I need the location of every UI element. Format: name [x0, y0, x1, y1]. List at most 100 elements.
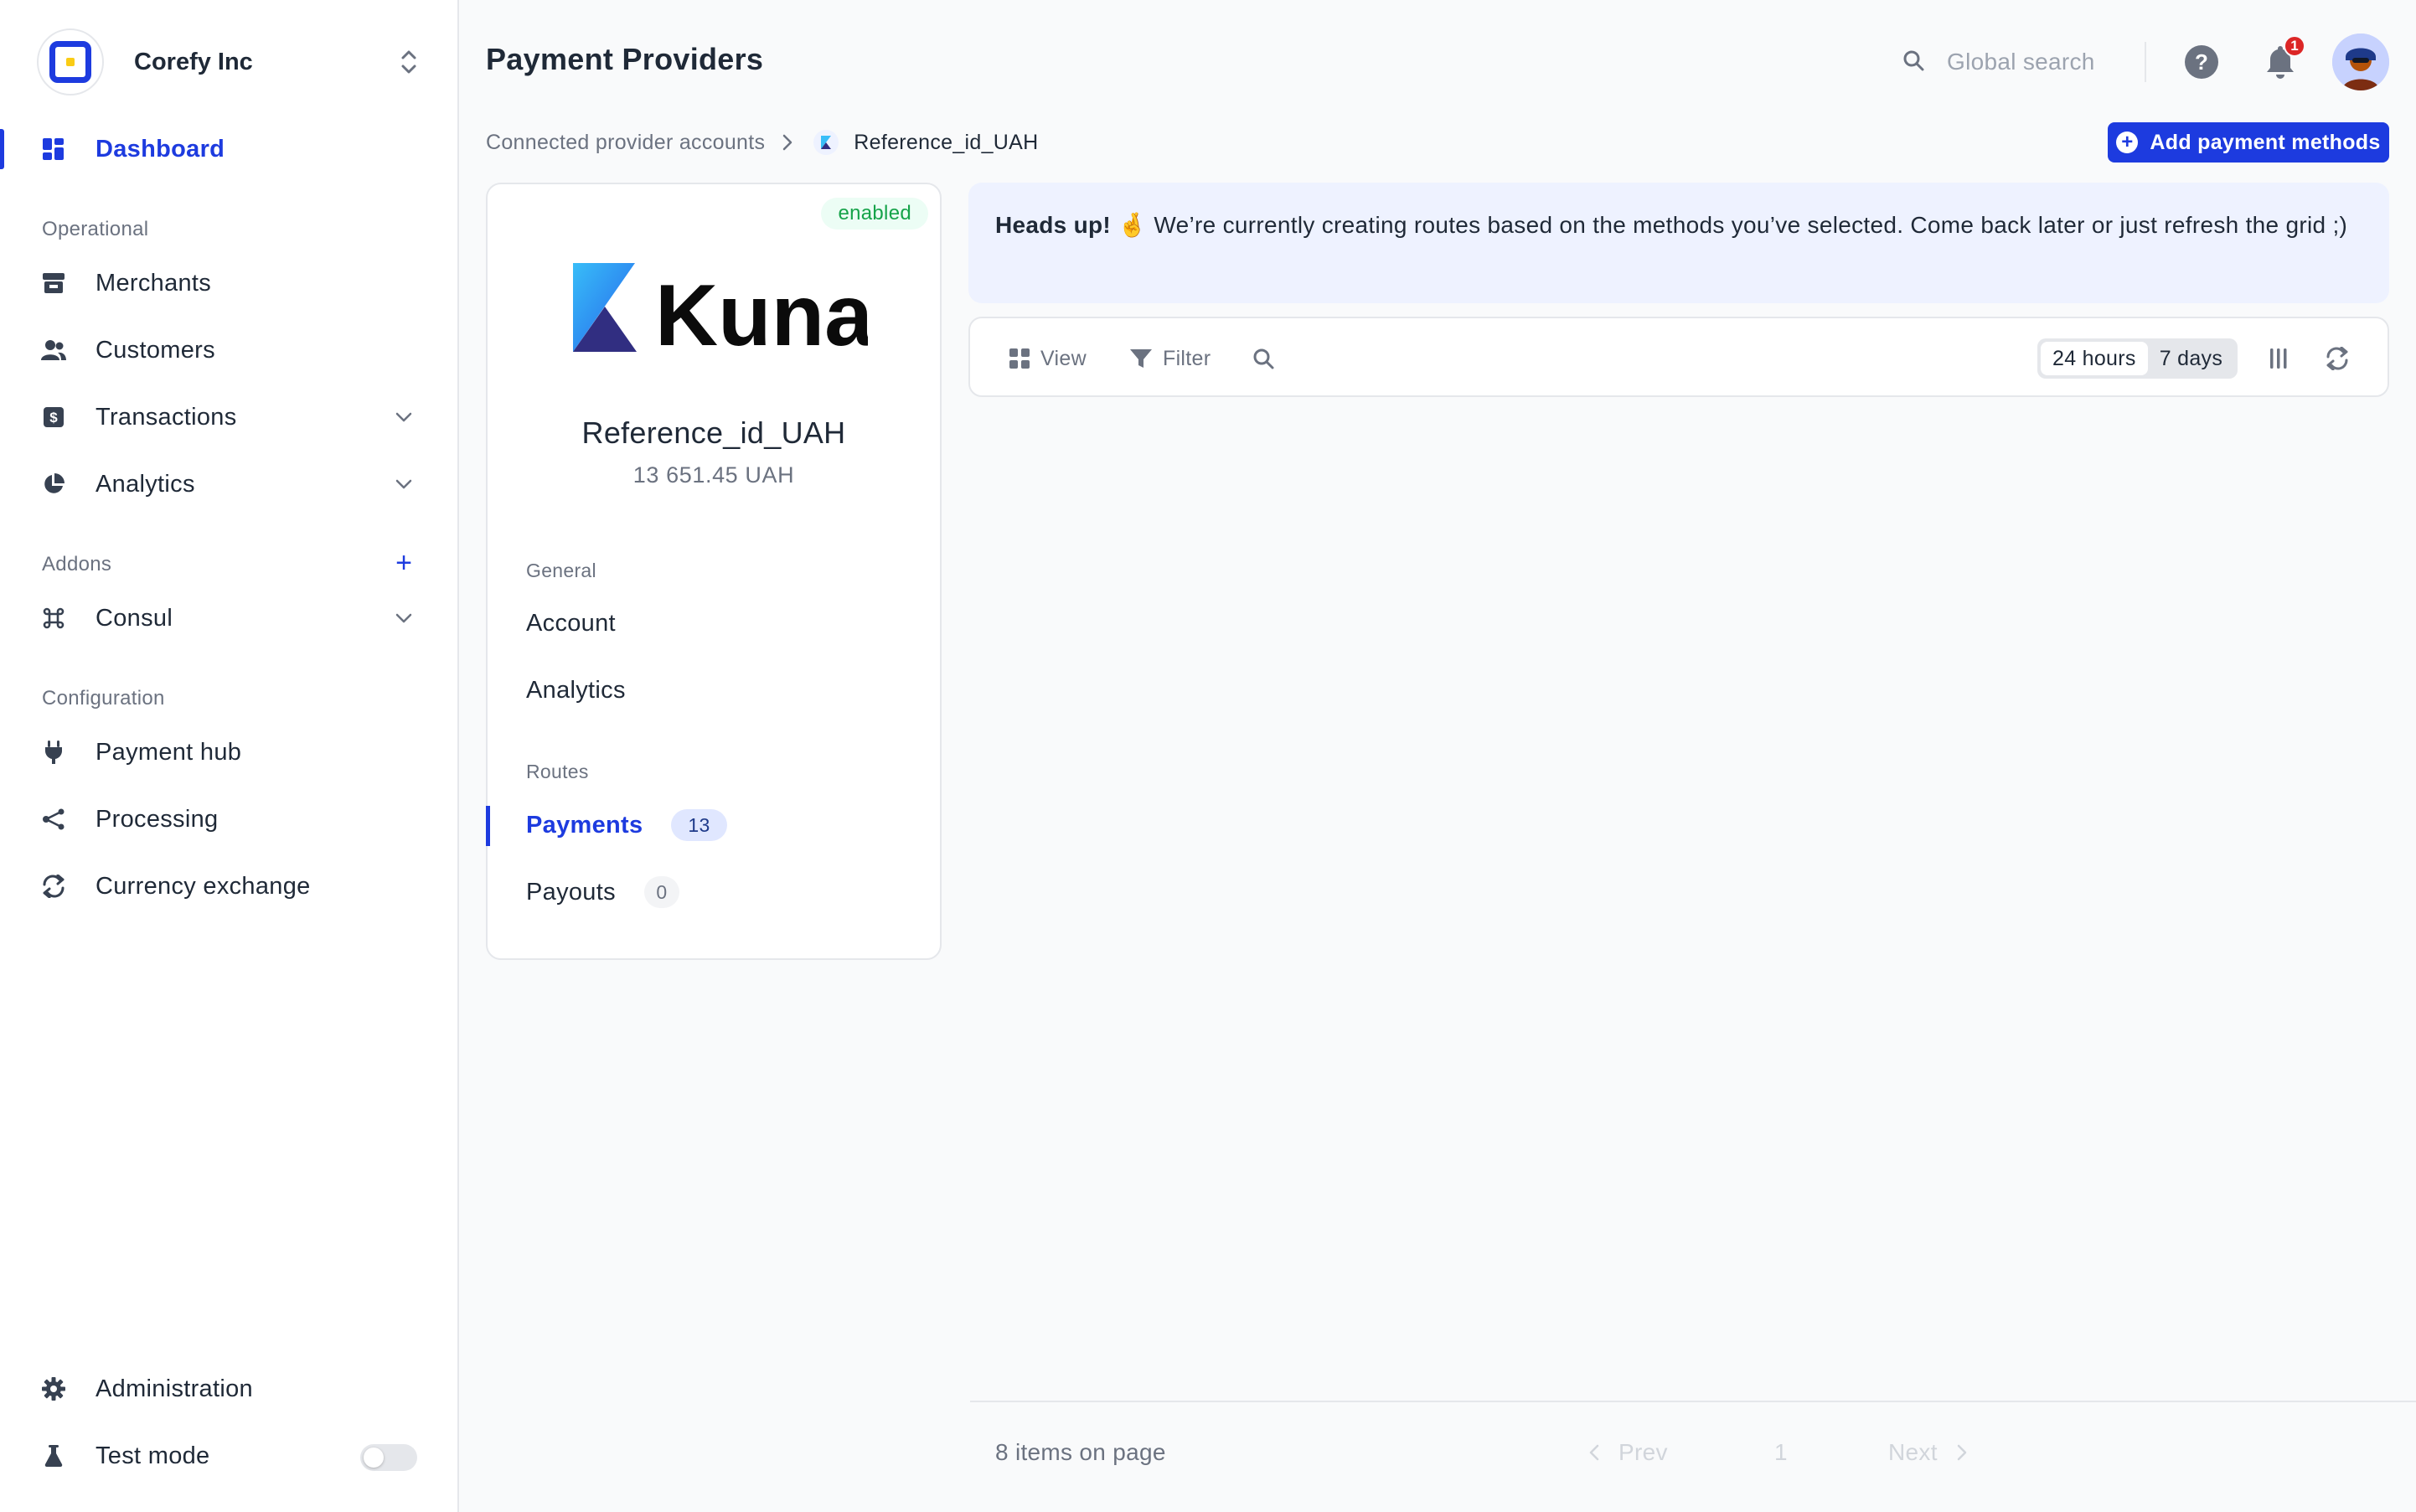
sidebar-item-label: Customers	[96, 336, 215, 364]
gear-icon	[40, 1375, 67, 1402]
page-title: Payment Providers	[486, 42, 764, 76]
card-item-payments[interactable]: Payments 13	[526, 809, 727, 841]
plus-circle-icon: +	[2116, 132, 2139, 153]
crossed-fingers-emoji: 🤞	[1118, 212, 1148, 238]
active-indicator	[486, 806, 490, 846]
card-item-analytics[interactable]: Analytics	[526, 677, 626, 704]
breadcrumb-parent-link[interactable]: Connected provider accounts	[486, 131, 765, 155]
breadcrumb-current: Reference_id_UAH	[854, 130, 1039, 154]
share-icon	[40, 806, 67, 833]
period-7-days-button[interactable]: 7 days	[2148, 342, 2234, 375]
items-on-page: 8 items on page	[995, 1439, 1166, 1465]
store-icon	[40, 270, 67, 297]
provider-balance: 13 651.45 UAH	[632, 462, 795, 488]
chevron-down-icon[interactable]	[390, 605, 417, 632]
breadcrumb: Connected provider accounts Reference_id…	[486, 126, 1039, 159]
chevron-down-icon[interactable]	[390, 404, 417, 431]
sidebar-item-label: Test mode	[96, 1442, 210, 1469]
current-page-number[interactable]: 1	[1774, 1439, 1788, 1466]
plug-icon	[40, 739, 67, 766]
period-switcher: 24 hours 7 days	[2037, 338, 2238, 379]
payouts-count-badge: 0	[643, 876, 679, 908]
card-item-payouts[interactable]: Payouts 0	[526, 876, 679, 908]
provider-account-name: Reference_id_UAH	[581, 415, 846, 450]
sidebar-item-analytics[interactable]: Analytics	[0, 457, 457, 511]
add-payment-methods-label: Add payment methods	[2150, 130, 2381, 154]
sidebar: Corefy Inc Dashboard Operational Merchan…	[0, 0, 459, 1512]
exchange-icon	[40, 873, 67, 900]
org-name: Corefy Inc	[134, 48, 253, 75]
active-indicator	[0, 129, 4, 169]
command-icon	[40, 605, 67, 632]
card-item-label: Payments	[526, 811, 643, 839]
sidebar-item-payment-hub[interactable]: Payment hub	[0, 725, 457, 779]
kuna-logo: Kuna	[566, 256, 874, 364]
card-item-label: Analytics	[526, 677, 626, 704]
add-addon-button[interactable]: +	[390, 547, 417, 579]
users-icon	[40, 337, 67, 364]
prev-label: Prev	[1618, 1439, 1668, 1465]
search-label: Global search	[1947, 49, 2095, 75]
sidebar-item-customers[interactable]: Customers	[0, 323, 457, 377]
header-divider	[2145, 42, 2146, 82]
sidebar-item-label: Processing	[96, 805, 219, 833]
sidebar-item-label: Transactions	[96, 403, 237, 431]
sidebar-item-currency-exchange[interactable]: Currency exchange	[0, 859, 457, 913]
svg-text:$: $	[49, 410, 58, 426]
chevron-left-icon	[1588, 1443, 1600, 1462]
help-icon[interactable]: ?	[2185, 45, 2218, 79]
card-item-account[interactable]: Account	[526, 610, 616, 637]
card-item-label: Account	[526, 610, 616, 637]
test-mode-toggle[interactable]	[360, 1444, 417, 1471]
sidebar-item-label: Payment hub	[96, 738, 242, 766]
search-icon	[1902, 49, 1925, 76]
add-payment-methods-button[interactable]: + Add payment methods	[2108, 122, 2389, 163]
org-logo	[37, 28, 104, 95]
card-section-routes: Routes	[526, 761, 589, 782]
next-page-button[interactable]: Next	[1888, 1439, 1968, 1466]
grid-icon	[40, 136, 67, 163]
kuna-small-logo-icon	[813, 130, 839, 155]
prev-page-button[interactable]: Prev	[1588, 1439, 1668, 1466]
grid-toolbar: View Filter 24 hours 7 days	[968, 317, 2389, 397]
sidebar-item-processing[interactable]: Processing	[0, 792, 457, 846]
sidebar-item-consul[interactable]: Consul	[0, 591, 457, 645]
sidebar-item-label: Analytics	[96, 470, 195, 498]
filter-button[interactable]: Filter	[1129, 342, 1211, 375]
dollar-icon: $	[40, 404, 67, 431]
provider-card: enabled Kuna Reference_id_UAH 13 651.45 …	[486, 183, 942, 960]
payments-count-badge: 13	[671, 809, 727, 841]
avatar[interactable]	[2332, 34, 2389, 90]
toolbar-search-button[interactable]	[1252, 342, 1285, 375]
global-search[interactable]: Global search	[1902, 44, 2095, 80]
sidebar-item-transactions[interactable]: $ Transactions	[0, 390, 457, 444]
sidebar-item-label: Currency exchange	[96, 872, 311, 900]
card-item-label: Payouts	[526, 878, 616, 906]
sidebar-item-administration[interactable]: Administration	[0, 1362, 457, 1416]
info-alert: Heads up! 🤞 We’re currently creating rou…	[968, 183, 2389, 303]
sidebar-section-addons: Addons	[42, 553, 112, 575]
columns-icon[interactable]	[2264, 343, 2294, 374]
next-label: Next	[1888, 1439, 1938, 1465]
chevron-up-down-icon[interactable]	[395, 45, 422, 79]
sidebar-item-dashboard[interactable]: Dashboard	[0, 122, 457, 176]
sidebar-item-label: Merchants	[96, 269, 212, 297]
grid-view-icon	[1009, 348, 1030, 369]
sidebar-item-merchants[interactable]: Merchants	[0, 256, 457, 310]
pie-chart-icon	[40, 471, 67, 498]
kuna-logo-text: Kuna	[655, 267, 868, 360]
view-button[interactable]: View	[1009, 342, 1087, 375]
refresh-icon[interactable]	[2322, 343, 2352, 374]
chevron-right-icon	[782, 133, 793, 152]
card-section-general: General	[526, 560, 596, 581]
view-label: View	[1040, 346, 1087, 370]
filter-label: Filter	[1163, 346, 1211, 370]
search-icon	[1252, 347, 1275, 370]
footer-divider	[970, 1401, 2416, 1402]
notification-count-badge: 1	[2284, 35, 2305, 57]
org-switcher[interactable]: Corefy Inc	[37, 28, 422, 95]
alert-title: Heads up!	[995, 212, 1112, 238]
chevron-down-icon[interactable]	[390, 471, 417, 498]
status-badge: enabled	[821, 198, 928, 230]
period-24-hours-button[interactable]: 24 hours	[2041, 342, 2148, 375]
